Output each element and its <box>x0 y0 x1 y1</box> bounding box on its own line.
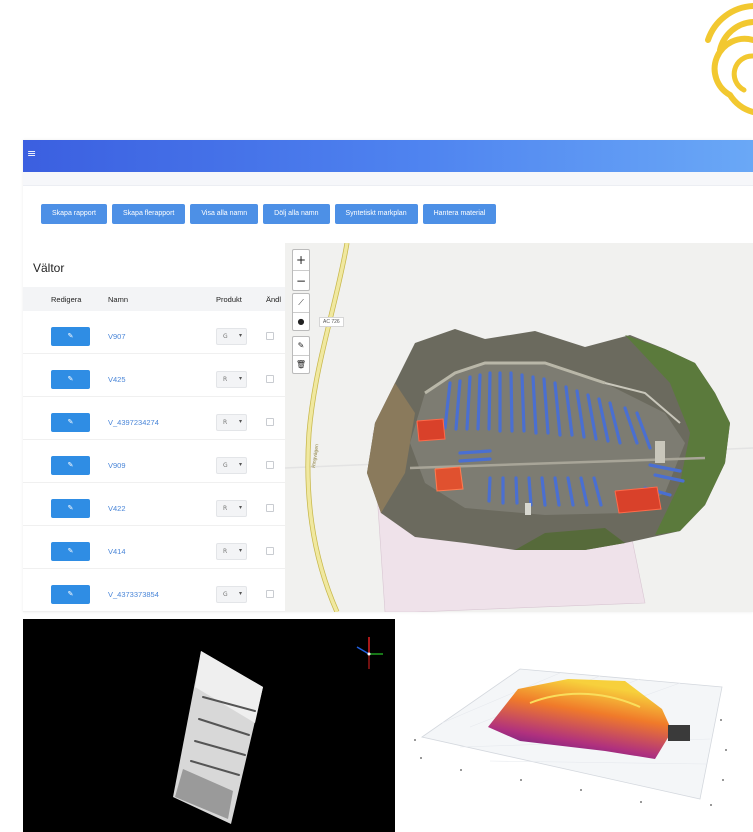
chevron-down-icon: ▾ <box>238 332 242 339</box>
product-select[interactable]: G ▾ <box>216 586 247 603</box>
table-row: ✎ V_4397234274 R ▾ <box>23 404 285 440</box>
panel-title: Vältor <box>33 261 65 275</box>
edit-icon: ✎ <box>67 504 74 512</box>
changed-checkbox[interactable] <box>266 547 274 555</box>
edit-icon: ✎ <box>67 332 74 340</box>
edit-button[interactable]: ✎ <box>51 456 90 475</box>
point-cloud-viewer[interactable] <box>23 619 395 832</box>
product-select[interactable]: G ▾ <box>216 457 247 474</box>
piles-panel: Vältor Redigera Namn Produkt Ändl ✎ V907… <box>23 243 285 612</box>
axis-gizmo-icon[interactable] <box>356 637 383 669</box>
create-report-button[interactable]: Skapa rapport <box>41 204 107 224</box>
map-view[interactable]: Ringvägen + − ⟋ ● ✎ 🗑 AC 726 <box>285 243 753 612</box>
zoom-control: + − <box>292 249 310 291</box>
hide-all-names-button[interactable]: Dölj alla namn <box>263 204 330 224</box>
manage-material-button[interactable]: Hantera material <box>422 204 497 224</box>
trash-icon: 🗑 <box>295 360 307 369</box>
edit-button[interactable]: ✎ <box>51 413 90 432</box>
zoom-in-button[interactable]: + <box>293 250 309 270</box>
main-road <box>306 243 349 612</box>
product-select[interactable]: R ▾ <box>216 371 247 388</box>
action-toolbar: Skapa rapport Skapa flerapport Visa alla… <box>41 204 497 224</box>
changed-checkbox[interactable] <box>266 418 274 426</box>
row-name-link[interactable]: V425 <box>108 375 126 384</box>
edit-icon: ✎ <box>67 461 74 469</box>
stockpile-marker-icon <box>668 725 690 741</box>
edit-button[interactable]: ✎ <box>51 327 90 346</box>
product-select[interactable]: G ▾ <box>216 328 247 345</box>
column-changed: Ändl <box>266 295 282 304</box>
changed-checkbox[interactable] <box>266 504 274 512</box>
edit-icon: ✎ <box>67 590 74 598</box>
table-row: ✎ V907 G ▾ <box>23 318 285 354</box>
changed-checkbox[interactable] <box>266 332 274 340</box>
table-row: ✎ V422 R ▾ <box>23 490 285 526</box>
edit-toolbar: ✎ 🗑 <box>292 336 310 374</box>
chevron-down-icon: ▾ <box>238 590 242 597</box>
row-name-link[interactable]: V_4373373854 <box>108 590 159 599</box>
top-bar: ≡ <box>23 140 753 172</box>
chevron-down-icon: ▾ <box>238 547 242 554</box>
row-name-link[interactable]: V422 <box>108 504 126 513</box>
road-name: Ringvägen <box>311 444 320 469</box>
column-edit: Redigera <box>51 295 82 304</box>
edit-icon: ✎ <box>297 341 305 350</box>
table-row: ✎ V414 R ▾ <box>23 533 285 569</box>
sub-bar <box>23 172 753 186</box>
draw-point-button[interactable]: ● <box>293 312 309 330</box>
product-select[interactable]: R ▾ <box>216 543 247 560</box>
road-number-label: AC 726 <box>319 317 344 327</box>
row-name-link[interactable]: V909 <box>108 461 126 470</box>
column-name: Namn <box>108 295 129 304</box>
chevron-down-icon: ▾ <box>238 461 242 468</box>
edit-button[interactable]: ✎ <box>51 499 90 518</box>
chevron-down-icon: ▾ <box>238 375 242 382</box>
create-multi-report-button[interactable]: Skapa flerapport <box>111 204 186 224</box>
zoom-out-button[interactable]: − <box>293 270 309 290</box>
main-road-edge <box>305 243 350 612</box>
draw-line-button[interactable]: ⟋ <box>293 294 309 312</box>
column-product: Produkt <box>216 295 242 304</box>
table-row: ✎ V425 R ▾ <box>23 361 285 397</box>
company-logo <box>700 0 753 120</box>
chevron-down-icon: ▾ <box>238 504 242 511</box>
edit-button[interactable]: ✎ <box>51 585 90 604</box>
row-name-link[interactable]: V_4397234274 <box>108 418 159 427</box>
delete-layer-button[interactable]: 🗑 <box>293 355 309 373</box>
changed-checkbox[interactable] <box>266 590 274 598</box>
product-select[interactable]: R ▾ <box>216 500 247 517</box>
chevron-down-icon: ▾ <box>238 418 242 425</box>
edit-button[interactable]: ✎ <box>51 370 90 389</box>
edit-icon: ✎ <box>67 418 74 426</box>
table-row: ✎ V909 G ▾ <box>23 447 285 483</box>
synthetic-ground-plane-button[interactable]: Syntetiskt markplan <box>334 204 418 224</box>
map-canvas[interactable]: Ringvägen <box>285 243 753 612</box>
table-header: Redigera Namn Produkt Ändl <box>23 287 285 311</box>
point-cloud-canvas[interactable] <box>23 619 395 832</box>
changed-checkbox[interactable] <box>266 461 274 469</box>
orthophoto-site <box>367 329 730 550</box>
heightmap-canvas[interactable] <box>400 619 753 832</box>
show-all-names-button[interactable]: Visa alla namn <box>190 204 259 224</box>
draw-toolbar: ⟋ ● <box>292 293 310 331</box>
product-select[interactable]: R ▾ <box>216 414 247 431</box>
edit-button[interactable]: ✎ <box>51 542 90 561</box>
app-window: ≡ Skapa rapport Skapa flerapport Visa al… <box>23 140 753 612</box>
edit-icon: ✎ <box>67 547 74 555</box>
heightmap-plot[interactable] <box>400 619 753 832</box>
row-name-link[interactable]: V907 <box>108 332 126 341</box>
menu-icon[interactable]: ≡ <box>27 148 36 159</box>
changed-checkbox[interactable] <box>266 375 274 383</box>
row-name-link[interactable]: V414 <box>108 547 126 556</box>
table-row: ✎ V_4373373854 G ▾ <box>23 576 285 612</box>
edit-icon: ✎ <box>67 375 74 383</box>
edit-layer-button[interactable]: ✎ <box>293 337 309 355</box>
